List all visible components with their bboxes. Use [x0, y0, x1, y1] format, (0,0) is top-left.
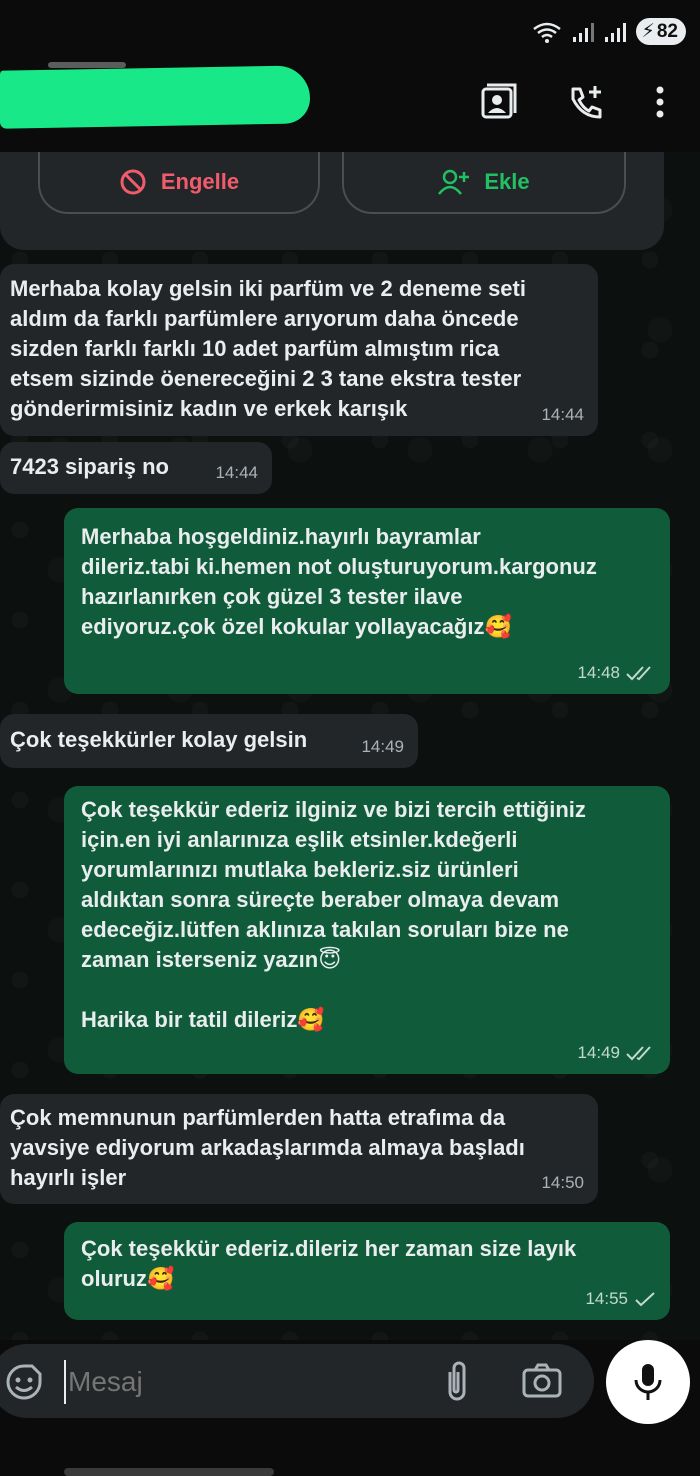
mic-icon	[634, 1364, 662, 1400]
contact-card-icon	[481, 83, 517, 119]
message-text: Çok teşekkürler kolay gelsin	[10, 727, 308, 752]
message-time: 14:49	[577, 1043, 620, 1062]
message-bubble-incoming[interactable]: Çok memnunun parfümlerden hatta etrafıma…	[0, 1094, 598, 1204]
unknown-contact-card: Engelle Ekle	[0, 152, 664, 250]
message-bubble-incoming[interactable]: Çok teşekkürler kolay gelsin 14:49	[0, 714, 418, 768]
double-check-icon	[626, 666, 651, 681]
chat-header	[0, 62, 700, 152]
status-bar: ⚡ 82	[0, 0, 700, 62]
battery-level: 82	[656, 20, 678, 42]
wifi-icon	[532, 22, 561, 43]
attach-icon	[448, 1361, 466, 1401]
block-button[interactable]: Engelle	[38, 152, 320, 214]
message-time: 14:44	[541, 405, 584, 424]
message-input-container	[0, 1344, 594, 1418]
emoji-icon	[6, 1364, 42, 1400]
camera-icon	[522, 1363, 562, 1398]
signal-icon	[572, 22, 594, 42]
message-bubble-outgoing[interactable]: Çok teşekkür ederiz ilginiz ve bizi terc…	[64, 786, 670, 1074]
block-icon	[120, 169, 146, 195]
more-options-button[interactable]	[640, 82, 680, 122]
add-call-button[interactable]	[566, 82, 606, 122]
message-time: 14:44	[215, 463, 258, 482]
battery-indicator: ⚡ 82	[635, 18, 686, 45]
emoji-button[interactable]	[4, 1362, 44, 1407]
contact-card-button[interactable]	[478, 82, 518, 122]
message-time: 14:55	[585, 1289, 628, 1308]
add-contact-button[interactable]: Ekle	[342, 152, 626, 214]
message-time: 14:49	[361, 737, 404, 756]
message-text: Çok teşekkür ederiz ilginiz ve bizi terc…	[81, 797, 586, 1032]
contact-name-redacted[interactable]	[0, 65, 310, 129]
message-bubble-incoming[interactable]: Merhaba kolay gelsin iki parfüm ve 2 den…	[0, 264, 598, 436]
charging-icon: ⚡	[641, 21, 655, 42]
message-bubble-outgoing[interactable]: Çok teşekkür ederiz.dileriz her zaman si…	[64, 1222, 670, 1320]
signal-icon-2	[604, 22, 626, 42]
double-check-icon	[626, 1046, 651, 1061]
more-vert-icon	[656, 86, 664, 118]
message-bubble-outgoing[interactable]: Merhaba hoşgeldiniz.hayırlı bayramlar di…	[64, 508, 670, 694]
message-text: Merhaba hoşgeldiniz.hayırlı bayramlar di…	[81, 524, 597, 639]
message-input[interactable]	[64, 1360, 410, 1404]
camera-button[interactable]	[522, 1362, 562, 1403]
add-person-icon	[438, 169, 470, 195]
block-label: Engelle	[160, 169, 240, 194]
single-check-icon	[635, 1292, 655, 1307]
message-text: Çok memnunun parfümlerden hatta etrafıma…	[10, 1105, 525, 1190]
composer-bar	[0, 1340, 700, 1476]
message-text: Merhaba kolay gelsin iki parfüm ve 2 den…	[10, 276, 526, 421]
message-time: 14:48	[577, 663, 620, 682]
message-time: 14:50	[541, 1173, 584, 1192]
voice-message-button[interactable]	[606, 1340, 690, 1424]
message-bubble-incoming[interactable]: 7423 sipariş no 14:44	[0, 442, 272, 494]
navigation-handle	[64, 1468, 274, 1476]
add-call-icon	[571, 86, 602, 119]
message-text: Çok teşekkür ederiz.dileriz her zaman si…	[81, 1236, 577, 1291]
drag-handle	[48, 62, 126, 68]
attach-button[interactable]	[442, 1360, 472, 1407]
add-contact-label: Ekle	[484, 169, 530, 194]
